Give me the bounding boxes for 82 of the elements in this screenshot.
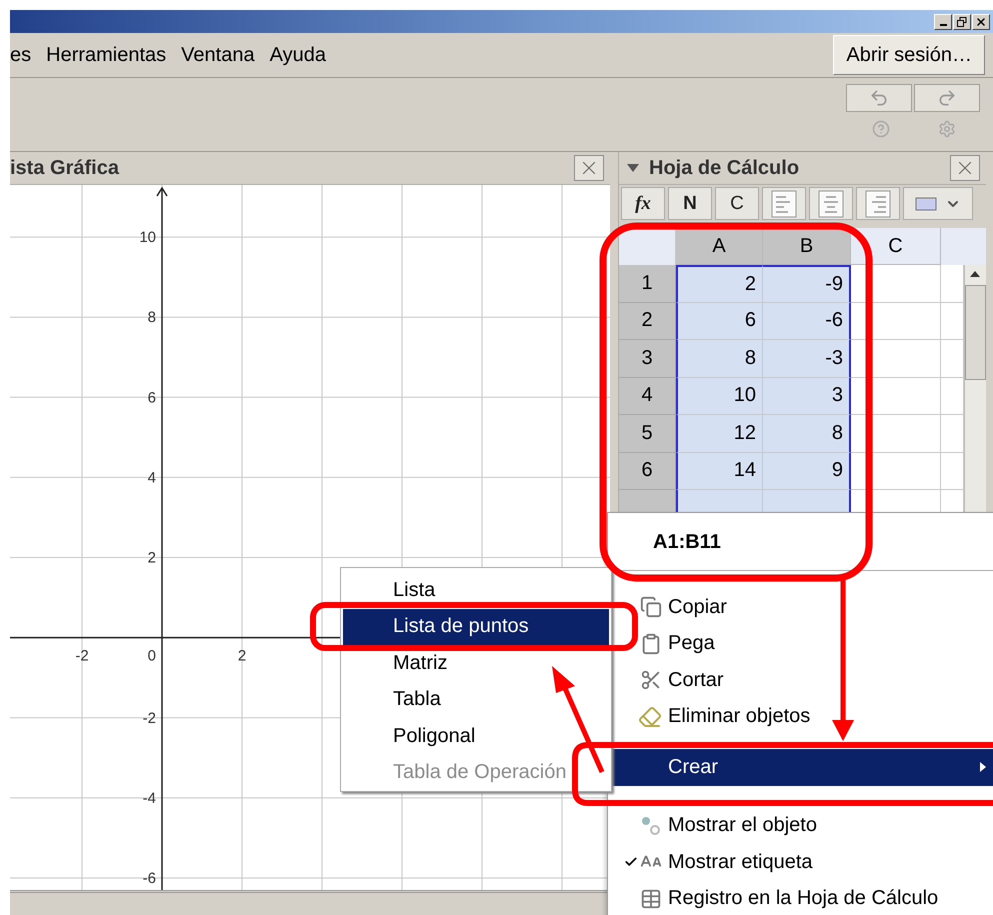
menu-item[interactable]: Registro en la Hoja de Cálculo (608, 880, 993, 915)
eraser-icon (638, 704, 662, 729)
collapse-icon[interactable] (627, 164, 639, 172)
submenu-arrow-icon (980, 762, 986, 772)
redo-button[interactable] (914, 84, 980, 112)
row-header[interactable]: 1 (619, 265, 676, 302)
color-swatch-icon (915, 196, 937, 210)
align-right-button[interactable] (856, 187, 900, 220)
menu-item[interactable]: Ayuda (270, 44, 326, 66)
align-center-icon (817, 190, 845, 218)
close-icon (975, 16, 987, 28)
menu-item[interactable]: Cortar (608, 662, 993, 698)
restore-icon (957, 16, 967, 26)
menu-item[interactable]: Copiar (608, 589, 993, 626)
column-header[interactable]: A (676, 228, 763, 265)
row-header[interactable]: 3 (619, 340, 676, 378)
column-header[interactable]: C (851, 228, 941, 265)
row-header[interactable]: 6 (619, 452, 676, 490)
italic-button[interactable]: C (715, 187, 759, 220)
menu-item[interactable]: Lista (343, 572, 609, 608)
row-header[interactable]: 2 (619, 302, 676, 340)
color-button[interactable] (903, 187, 973, 220)
align-left-icon (770, 190, 798, 218)
sign-in-button[interactable]: Abrir sesión… (833, 35, 985, 75)
menu-item[interactable]: Eliminar objetos (608, 698, 993, 735)
axis-label: 2 (238, 648, 246, 665)
table-cell[interactable]: -3 (763, 340, 851, 378)
table-cell[interactable]: 10 (676, 378, 763, 415)
menu-item[interactable]: Mostrar etiqueta (608, 844, 993, 880)
formula-button[interactable]: fx (621, 187, 665, 220)
table-cell[interactable]: 2 (676, 265, 763, 302)
axis-label: 6 (148, 389, 156, 406)
redo-icon (937, 88, 957, 108)
table-cell[interactable]: 8 (763, 415, 851, 452)
origin-label: 0 (148, 648, 156, 665)
table-cell[interactable]: 8 (676, 340, 763, 378)
axis-label: -6 (142, 870, 156, 887)
table-cell[interactable]: 3 (763, 378, 851, 415)
table-cell[interactable]: 9 (763, 452, 851, 490)
axis-label: 4 (148, 469, 156, 486)
align-left-button[interactable] (762, 187, 806, 220)
table-cell[interactable]: -6 (763, 302, 851, 340)
menu-item[interactable]: Pega (608, 626, 993, 662)
menu-title: A1:B11 (608, 513, 993, 571)
axis-label: -2 (75, 648, 89, 665)
axis-label: 2 (148, 550, 156, 567)
scissors-icon (640, 669, 662, 692)
menu-item[interactable]: Tabla (343, 682, 609, 718)
settings-icon[interactable] (938, 120, 956, 138)
axis-label: 8 (148, 309, 156, 326)
undo-button[interactable] (846, 84, 912, 112)
column-header[interactable]: B (763, 228, 851, 265)
table-cell[interactable]: 6 (676, 302, 763, 340)
copy-icon (640, 596, 662, 618)
axis-label: -4 (142, 790, 156, 807)
bold-button[interactable]: N (668, 187, 712, 220)
undo-icon (869, 88, 889, 108)
menu-item[interactable]: es (10, 44, 32, 66)
table-cell[interactable]: 14 (676, 452, 763, 490)
menu-item[interactable]: Lista de puntos (343, 608, 609, 645)
table-cell[interactable]: 12 (676, 415, 763, 452)
table-cell[interactable]: -9 (763, 265, 851, 302)
panel-title: Hoja de Cálculo (649, 156, 800, 180)
panel-title: ista Gráfica (10, 156, 119, 180)
minimize-icon (940, 24, 946, 26)
axis-label: 10 (139, 229, 156, 246)
menu-item[interactable]: Mostrar el objeto (608, 808, 993, 844)
scroll-thumb[interactable] (965, 285, 986, 380)
help-icon[interactable] (872, 120, 890, 138)
row-header[interactable]: 4 (619, 378, 676, 415)
dots-icon (640, 814, 662, 837)
minimize-button[interactable] (934, 14, 952, 30)
row-header[interactable]: 5 (619, 415, 676, 452)
restore-button[interactable] (953, 14, 971, 30)
menu-item[interactable]: Herramientas (46, 44, 166, 66)
table-icon (640, 888, 662, 910)
clipboard-icon (640, 632, 662, 655)
axis-label: -2 (142, 710, 156, 727)
align-right-icon (864, 190, 892, 218)
menu-item[interactable]: Poligonal (343, 718, 609, 754)
align-center-button[interactable] (809, 187, 853, 220)
menu-item[interactable]: Ventana (181, 44, 255, 66)
